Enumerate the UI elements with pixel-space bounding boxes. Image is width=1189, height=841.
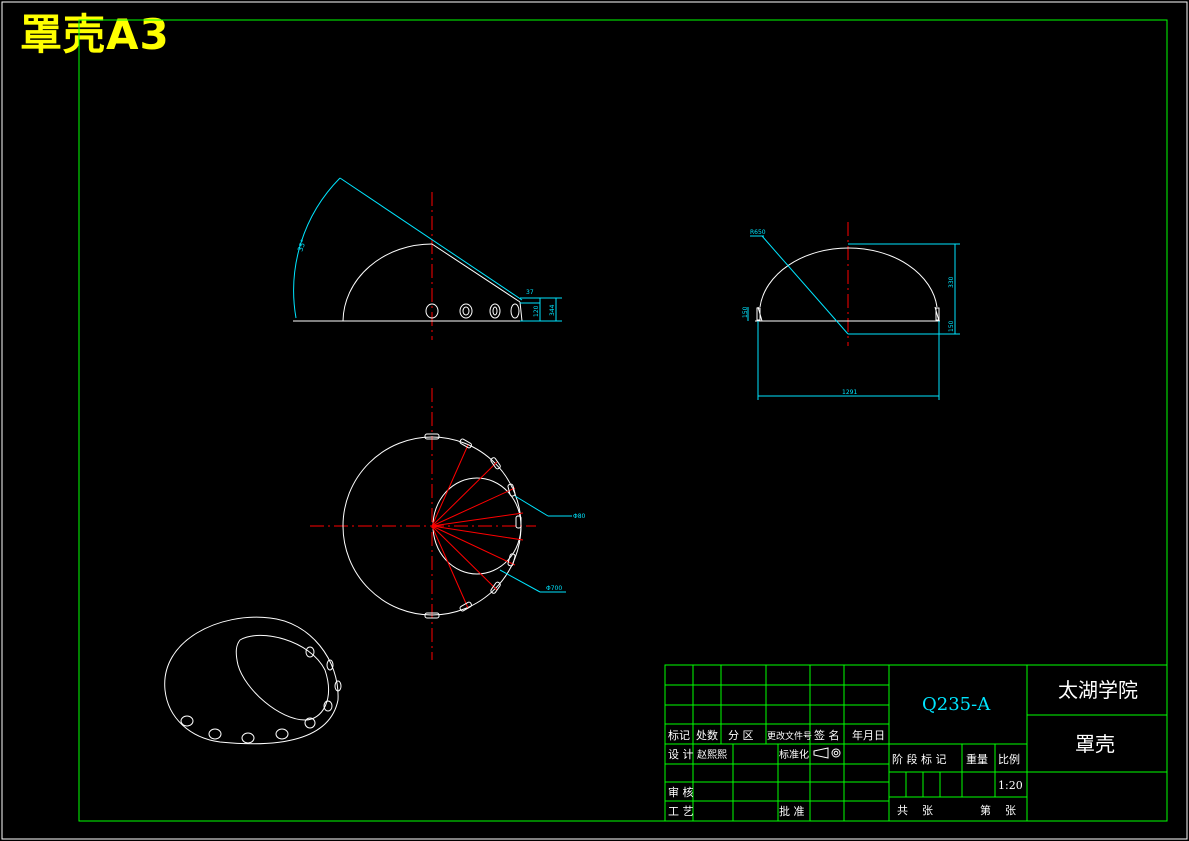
dim-d2: 120 — [533, 305, 540, 317]
header-count: 处数 — [696, 729, 718, 742]
projection-symbol-icon — [813, 747, 841, 759]
hole — [275, 728, 289, 740]
front-view: 35° 37 120 344 — [293, 177, 562, 340]
process-label: 工 艺 — [668, 805, 694, 818]
hole — [510, 303, 520, 319]
hole — [208, 728, 222, 740]
standardization-label: 标准化 — [779, 748, 809, 761]
inner-frame — [78, 19, 1168, 822]
header-change-doc: 更改文件号 — [767, 730, 812, 742]
dim-d3: 344 — [549, 304, 556, 316]
header-signature: 签 名 — [814, 728, 840, 742]
scale-label: 比例 — [998, 752, 1020, 766]
hole — [459, 303, 473, 319]
side-view: R650 330 150 150 1291 — [742, 222, 960, 400]
radius-dimension: R650 — [750, 229, 766, 236]
outer-border — [1, 1, 1188, 840]
material-label: Q235-A — [922, 694, 991, 715]
total-sheets-label: 共 张 — [897, 804, 933, 817]
header-mark: 标记 — [668, 728, 690, 742]
stage-mark-label: 阶 段 标 记 — [892, 752, 947, 766]
designer-name: 赵熙熙 — [697, 748, 727, 761]
side-right-dimension: 150 — [948, 320, 955, 332]
institution-name: 太湖学院 — [1058, 678, 1138, 702]
weight-label: 重量 — [966, 752, 988, 766]
review-label: 审 核 — [668, 785, 694, 799]
title-block: 标记 处数 分 区 更改文件号 签 名 年月日 设 计 赵熙熙 标准化 审 核 … — [664, 664, 1168, 822]
header-zone: 分 区 — [728, 729, 754, 742]
hole-label: Φ80 — [573, 513, 586, 520]
drawing-sheet: 35° 37 120 344 R650 330 150 150 1291 Φ80… — [1, 1, 1188, 840]
dim-d1: 37 — [526, 289, 534, 296]
design-label: 设 计 — [668, 748, 694, 761]
top-view: Φ80 Φ700 — [310, 388, 586, 660]
approve-label: 批 准 — [779, 804, 805, 818]
side-left-dimension: 150 — [742, 306, 749, 318]
sheet-no-label: 第 张 — [980, 803, 1016, 817]
hole — [180, 715, 194, 727]
angle-dimension: 35° — [296, 238, 308, 252]
isometric-view — [164, 616, 342, 745]
hole — [241, 732, 255, 744]
hole — [489, 303, 501, 319]
part-name: 罩壳 — [1075, 732, 1115, 756]
opening-diameter-label: Φ700 — [546, 585, 562, 592]
header-date: 年月日 — [852, 728, 885, 742]
height-dimension: 330 — [948, 276, 955, 288]
scale-value: 1:20 — [998, 779, 1023, 792]
width-dimension: 1291 — [842, 389, 857, 396]
